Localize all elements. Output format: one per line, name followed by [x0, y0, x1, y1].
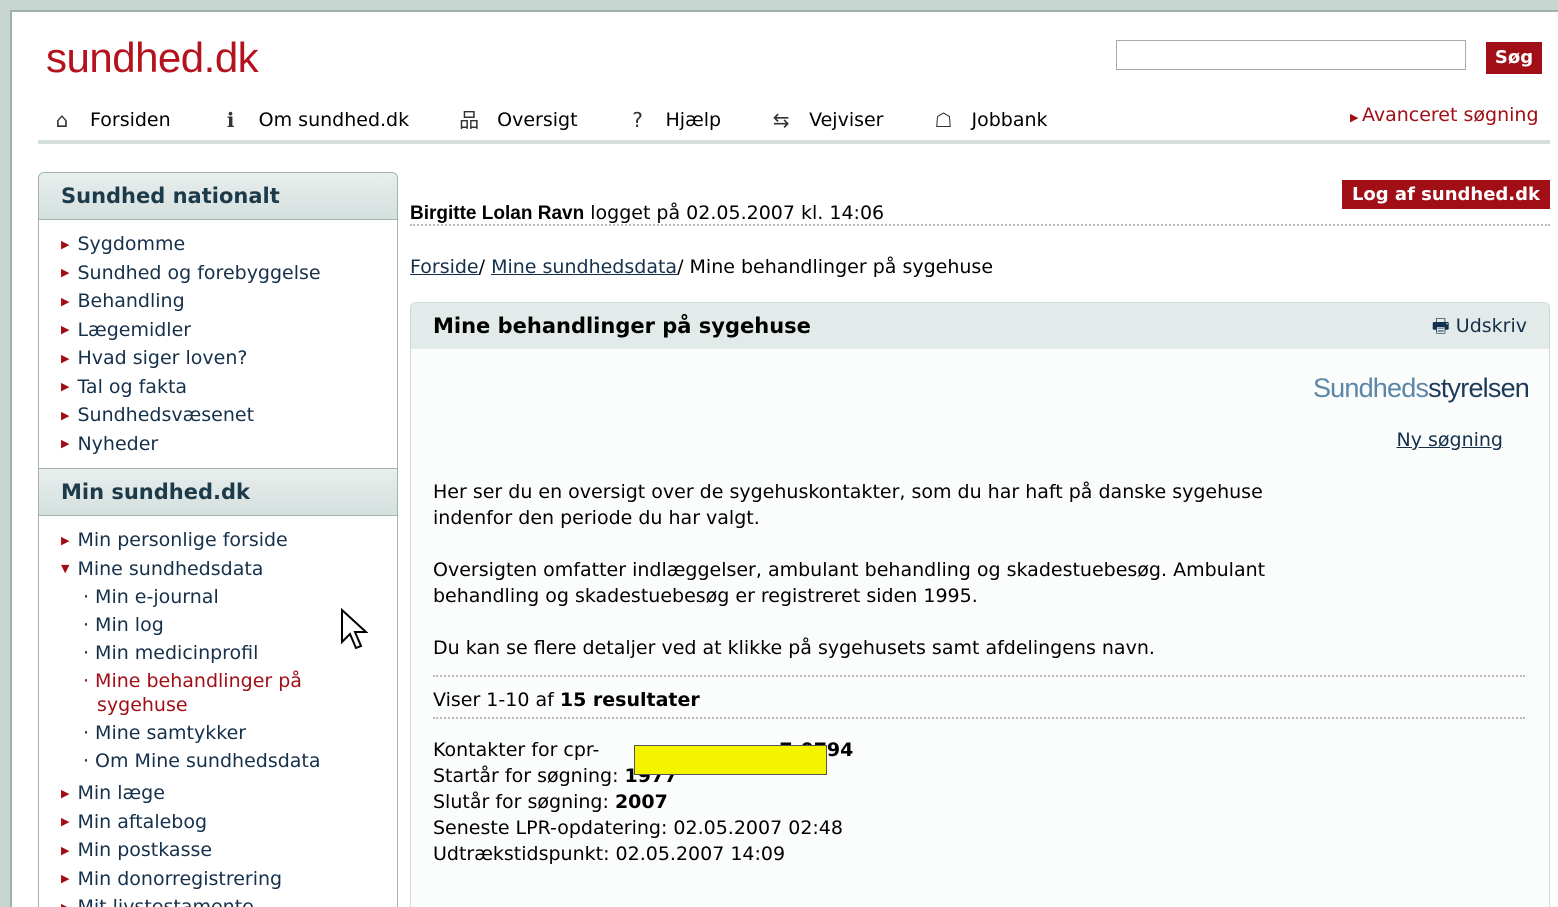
divider: [433, 717, 1525, 719]
info-icon: ℹ: [226, 108, 235, 132]
intro-text: Oversigten omfatter indlæggelser, ambula…: [433, 559, 1266, 607]
nav-item-forsiden[interactable]: ⌂ Forsiden: [48, 108, 171, 132]
nav-item-hjaelp[interactable]: ? Hjælp: [624, 108, 722, 132]
redaction-box: [634, 745, 827, 775]
sidebar-subitem[interactable]: · Om Mine sundhedsdata: [61, 747, 397, 775]
sidebar-item-mine-sundhedsdata[interactable]: ▼ Mine sundhedsdata: [61, 555, 397, 584]
sitemap-icon: 品: [459, 108, 480, 132]
nav-item-om[interactable]: ℹ Om sundhed.dk: [217, 108, 409, 132]
sundhed-logo[interactable]: sundhed.dk: [46, 34, 259, 82]
sidebar-item[interactable]: ▶ Sundhedsvæsenet: [61, 401, 397, 430]
divider: [38, 140, 1550, 144]
help-icon: ?: [632, 108, 643, 132]
sidebar-list-more: ▶ Min læge ▶ Min aftalebog ▶ Min postkasse …: [39, 775, 397, 907]
breadcrumb: Forside/ Mine sundhedsdata/ Mine behandl…: [410, 256, 994, 278]
breadcrumb-link[interactable]: Forside: [410, 256, 479, 278]
box-title: Mine behandlinger på sygehuse 🖶 Udskriv: [411, 303, 1549, 349]
sidebar-list-national: ▶ Sygdomme ▶ Sundhed og forebyggelse ▶ Beha…: [39, 220, 397, 468]
sidebar-subitem-active[interactable]: · Mine behandlinger på sygehuse: [61, 667, 397, 719]
sidebar-item[interactable]: ▶ Sundhed og forebyggelse: [61, 259, 397, 288]
sundhedsstyrelsen-logo: Sundhedsstyrelsen: [1312, 373, 1530, 403]
sidebar-item[interactable]: ▶ Hvad siger loven?: [61, 344, 397, 373]
signpost-icon: ⇆: [772, 108, 790, 132]
home-icon: ⌂: [55, 108, 69, 132]
nav-label: Oversigt: [497, 109, 578, 131]
sidebar-section-title: Min sundhed.dk: [39, 468, 397, 516]
search-button[interactable]: Søg: [1486, 42, 1542, 74]
top-nav: ⌂ Forsiden ℹ Om sundhed.dk 品 Oversigt ? …: [48, 106, 1094, 134]
sidebar-list-min: ▶ Min personlige forside ▼ Mine sundhedsda…: [39, 516, 397, 593]
new-search-link[interactable]: Ny søgning: [1396, 429, 1503, 451]
sidebar-item[interactable]: ▶ Min læge: [61, 779, 397, 808]
nav-item-oversigt[interactable]: 品 Oversigt: [455, 108, 577, 132]
sidebar-item[interactable]: ▶ Min aftalebog: [61, 808, 397, 837]
nav-label: Om sundhed.dk: [258, 109, 410, 131]
breadcrumb-current: Mine behandlinger på sygehuse: [689, 256, 994, 278]
nav-label: Forsiden: [90, 109, 171, 131]
divider: [410, 224, 1550, 226]
jobbank-icon: ☖: [934, 108, 953, 132]
sidebar-item[interactable]: ▶ Behandling: [61, 287, 397, 316]
sidebar-item[interactable]: ▶ Nyheder: [61, 430, 397, 459]
result-count: Viser 1-10 af 15 resultater: [433, 689, 700, 711]
sidebar-item[interactable]: ▶ Min personlige forside: [61, 526, 397, 555]
sidebar-item[interactable]: ▶ Lægemidler: [61, 316, 397, 345]
intro-text: Her ser du en oversigt over de sygehusko…: [433, 481, 1263, 529]
sidebar-item[interactable]: ▶ Tal og fakta: [61, 373, 397, 402]
nav-label: Jobbank: [971, 109, 1048, 131]
printer-icon: 🖶: [1431, 315, 1450, 337]
login-status: Birgitte Lolan Ravn logget på 02.05.2007…: [410, 202, 885, 224]
logout-button[interactable]: Log af sundhed.dk: [1341, 180, 1550, 209]
breadcrumb-link[interactable]: Mine sundhedsdata: [491, 256, 677, 278]
content-box: Mine behandlinger på sygehuse 🖶 Udskriv …: [410, 302, 1550, 907]
nav-item-jobbank[interactable]: ☖ Jobbank: [930, 108, 1048, 132]
sidebar-section-title: Sundhed nationalt: [39, 173, 397, 220]
sidebar-subitem[interactable]: · Mine samtykker: [61, 719, 397, 747]
intro-text: Du kan se flere detaljer ved at klikke p…: [433, 637, 1155, 659]
print-button[interactable]: 🖶 Udskriv: [1432, 303, 1527, 349]
nav-item-vejviser[interactable]: ⇆ Vejviser: [767, 108, 884, 132]
sidebar-item[interactable]: ▶ Mit livstestamente: [61, 893, 397, 907]
search-input[interactable]: [1116, 40, 1466, 70]
sidebar-item[interactable]: ▶ Min donorregistrering: [61, 865, 397, 894]
advanced-search-link[interactable]: ▶ Avanceret søgning: [1350, 104, 1539, 126]
mouse-cursor-icon: [341, 608, 368, 650]
nav-label: Vejviser: [809, 109, 884, 131]
nav-label: Hjælp: [665, 109, 722, 131]
sidebar-subitem[interactable]: · Min e-journal: [61, 583, 397, 611]
divider: [433, 675, 1525, 677]
user-name: Birgitte Lolan Ravn: [410, 203, 585, 224]
sidebar-item[interactable]: ▶ Min postkasse: [61, 836, 397, 865]
sidebar-item[interactable]: ▶ Sygdomme: [61, 230, 397, 259]
sidebar: Sundhed nationalt ▶ Sygdomme ▶ Sundhed og …: [38, 172, 398, 907]
